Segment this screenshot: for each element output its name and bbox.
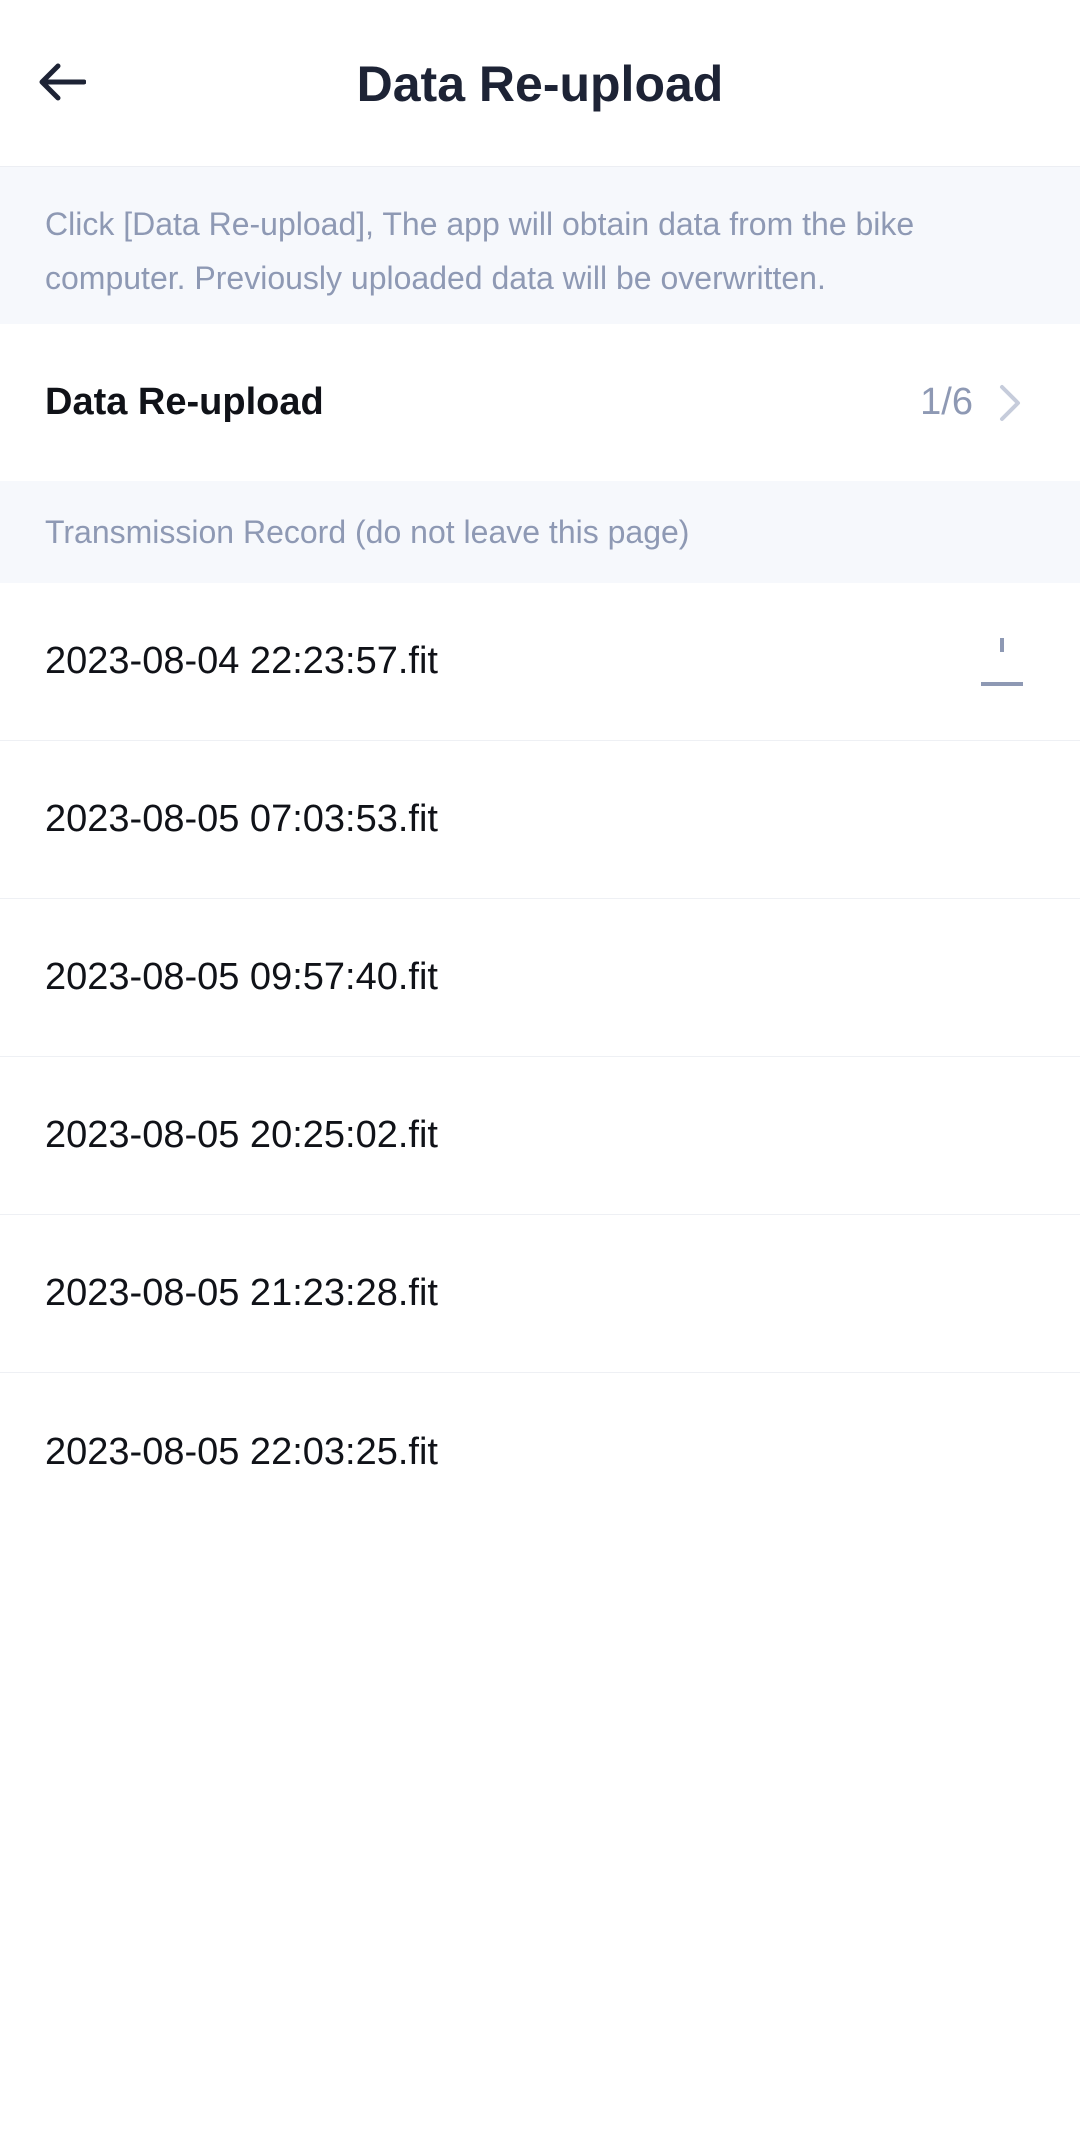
transmission-record-list: 2023-08-04 22:23:57.fit 2023-08-05 07:03… [0, 583, 1080, 1531]
transmission-record-header: Transmission Record (do not leave this p… [0, 481, 1080, 583]
record-row: 2023-08-05 21:23:28.fit [0, 1215, 1080, 1373]
record-file-name: 2023-08-05 09:57:40.fit [45, 956, 438, 998]
record-file-name: 2023-08-05 21:23:28.fit [45, 1272, 438, 1314]
record-row: 2023-08-05 22:03:25.fit [0, 1373, 1080, 1531]
page-title: Data Re-upload [356, 56, 724, 112]
record-file-name: 2023-08-04 22:23:57.fit [45, 640, 438, 682]
chevron-right-icon [995, 383, 1025, 423]
record-file-name: 2023-08-05 20:25:02.fit [45, 1114, 438, 1156]
data-reupload-label: Data Re-upload [45, 381, 324, 423]
info-notice: Click [Data Re-upload], The app will obt… [0, 167, 1080, 324]
record-row: 2023-08-05 09:57:40.fit [0, 899, 1080, 1057]
record-row: 2023-08-05 20:25:02.fit [0, 1057, 1080, 1215]
record-file-name: 2023-08-05 07:03:53.fit [45, 798, 438, 840]
record-file-name: 2023-08-05 22:03:25.fit [45, 1430, 438, 1473]
record-row: 2023-08-05 07:03:53.fit [0, 741, 1080, 899]
record-row: 2023-08-04 22:23:57.fit [0, 583, 1080, 741]
upload-progress-count: 1/6 [920, 381, 973, 423]
upload-progress-icon [979, 632, 1025, 692]
top-bar: Data Re-upload [0, 0, 1080, 167]
data-reupload-row[interactable]: Data Re-upload 1/6 [0, 324, 1080, 481]
